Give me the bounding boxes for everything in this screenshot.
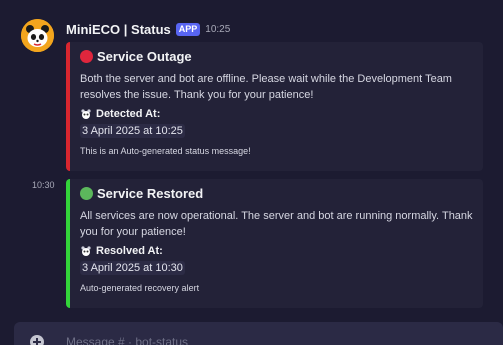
panda-icon — [81, 109, 91, 119]
embed-footer: This is an Auto-generated status message… — [80, 146, 251, 156]
panda-avatar-icon — [21, 19, 54, 52]
add-attachment-icon[interactable] — [30, 335, 44, 345]
embed-field-value: 3 April 2025 at 10:25 — [80, 124, 185, 138]
embed-field-name-text: Detected At: — [96, 108, 161, 120]
embed-description: All services are now operational. The se… — [80, 210, 473, 238]
message-composer[interactable]: Message # · bot-status — [14, 322, 503, 345]
embed-title: Service Restored — [80, 186, 203, 201]
restored-embed: Service Restored All services are now op… — [66, 179, 483, 308]
author-name[interactable]: MiniECO | Status — [66, 22, 171, 37]
embed-field-name: Resolved At: — [80, 245, 163, 257]
embed-description: Both the server and bot are offline. Ple… — [80, 73, 452, 101]
red-circle-icon — [80, 50, 93, 63]
bot-avatar[interactable] — [21, 19, 54, 52]
chat-view: MiniECO | Status APP 10:25 Service Outag… — [0, 0, 503, 345]
outage-embed: Service Outage Both the server and bot a… — [66, 42, 483, 171]
panda-icon — [81, 246, 91, 256]
embed-title: Service Outage — [80, 49, 192, 64]
embed-title-text: Service Outage — [97, 49, 192, 64]
embed-field-name-text: Resolved At: — [96, 245, 163, 257]
message-timestamp[interactable]: 10:30 — [32, 180, 55, 190]
embed-field-value: 3 April 2025 at 10:30 — [80, 261, 185, 275]
embed-footer: Auto-generated recovery alert — [80, 283, 200, 293]
message-input[interactable]: Message # · bot-status — [66, 335, 188, 345]
embed-title-text: Service Restored — [97, 186, 204, 201]
green-circle-icon — [80, 187, 93, 200]
message-header: MiniECO | Status APP 10:25 — [66, 22, 230, 37]
embed-field-name: Detected At: — [80, 108, 160, 120]
app-badge: APP — [175, 23, 201, 36]
message-timestamp[interactable]: 10:25 — [205, 24, 230, 35]
